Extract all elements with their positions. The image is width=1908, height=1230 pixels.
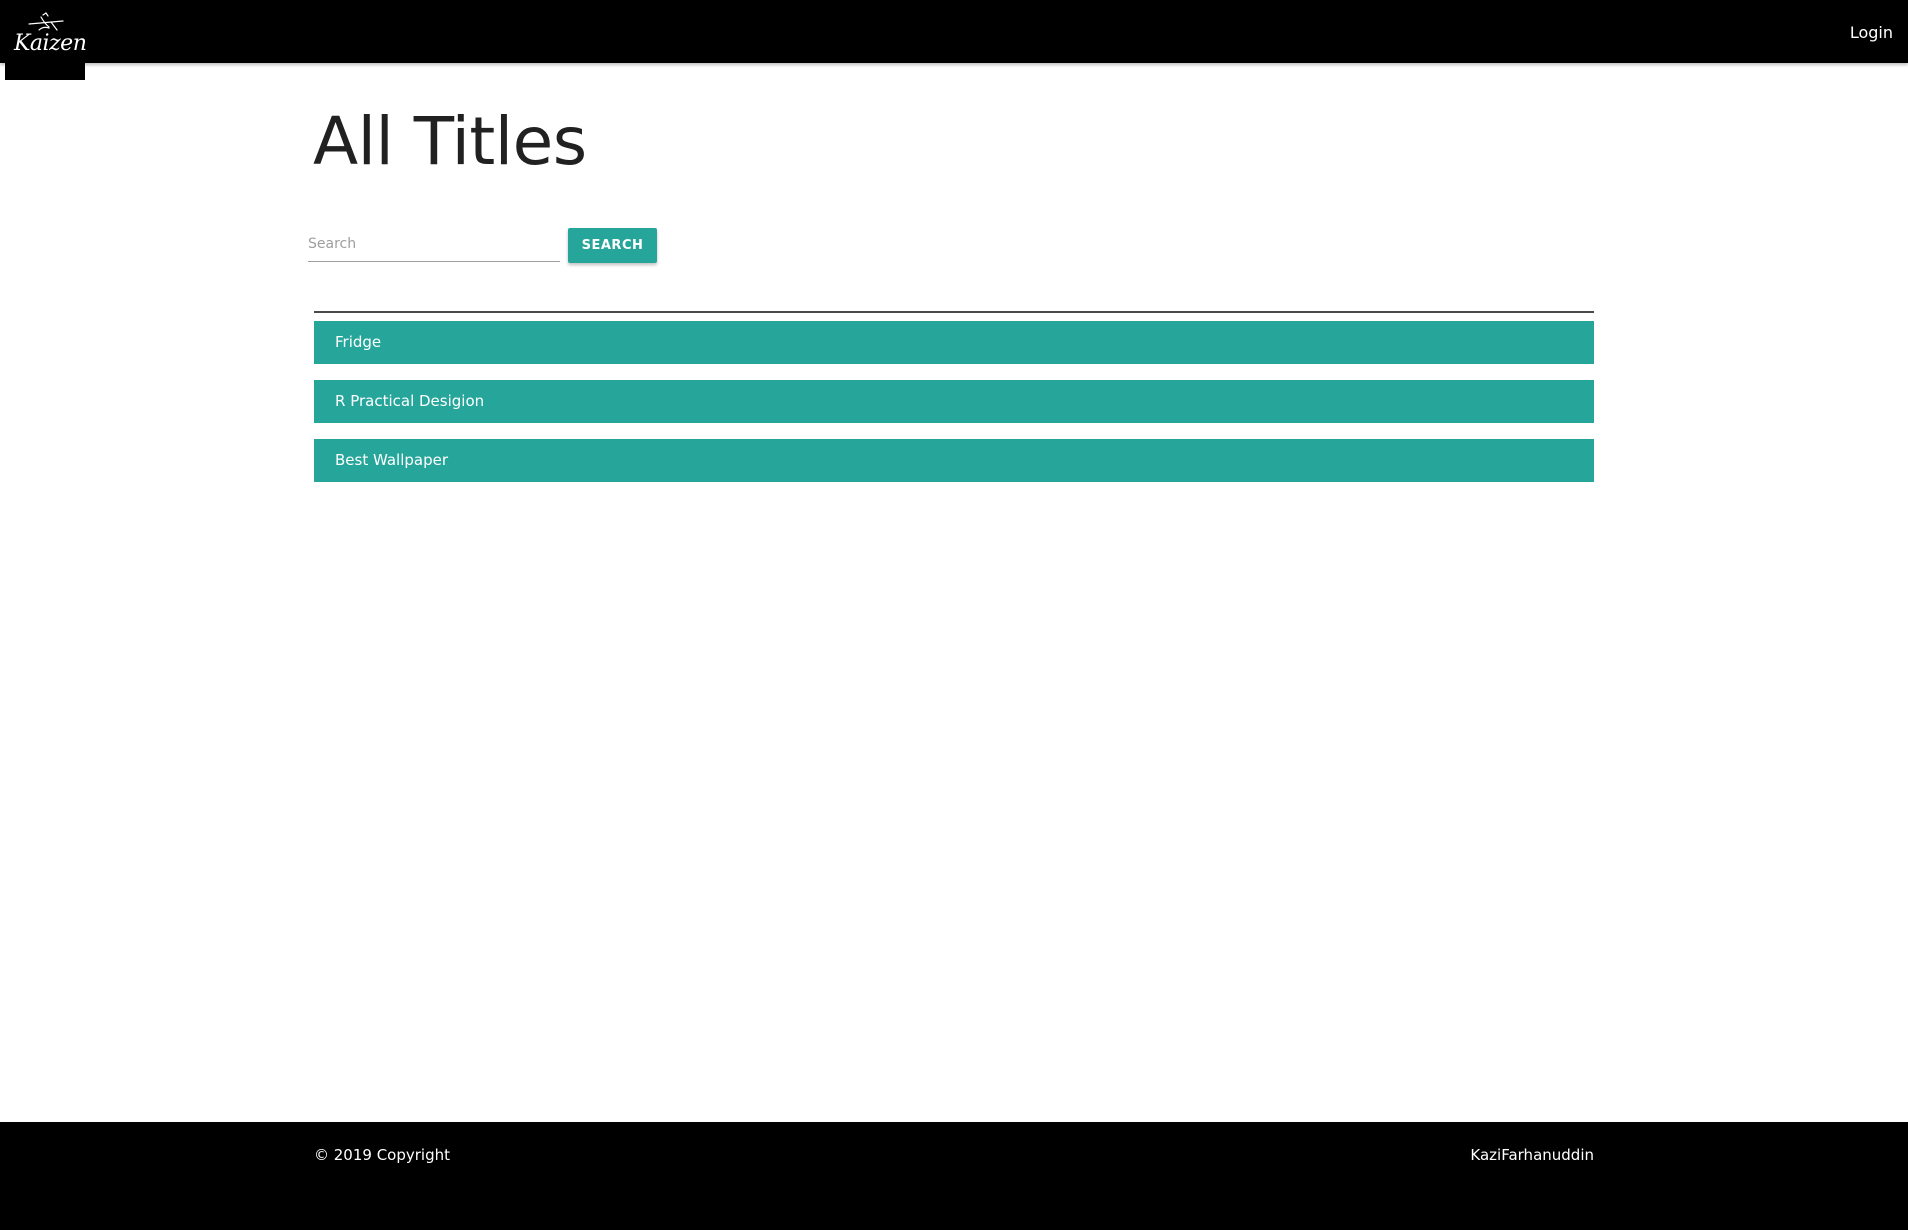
- logo-text: Kaizen: [14, 31, 87, 56]
- search-button[interactable]: SEARCH: [568, 228, 657, 263]
- search-input[interactable]: [308, 227, 560, 262]
- divider: [314, 311, 1594, 313]
- page-title: All Titles: [313, 103, 587, 180]
- top-navbar: Kaizen Login: [0, 0, 1908, 80]
- kaizen-logo[interactable]: Kaizen: [5, 0, 87, 80]
- login-link[interactable]: Login: [1850, 23, 1893, 42]
- title-item-r-practical-desigion[interactable]: R Practical Desigion: [314, 380, 1594, 423]
- title-item-fridge[interactable]: Fridge: [314, 321, 1594, 364]
- title-item-best-wallpaper[interactable]: Best Wallpaper: [314, 439, 1594, 482]
- author-link[interactable]: KaziFarhanuddin: [1470, 1146, 1594, 1164]
- page-footer: © 2019 Copyright KaziFarhanuddin: [0, 1122, 1908, 1230]
- title-list: Fridge R Practical Desigion Best Wallpap…: [314, 321, 1594, 498]
- copyright-text: © 2019 Copyright: [314, 1146, 451, 1164]
